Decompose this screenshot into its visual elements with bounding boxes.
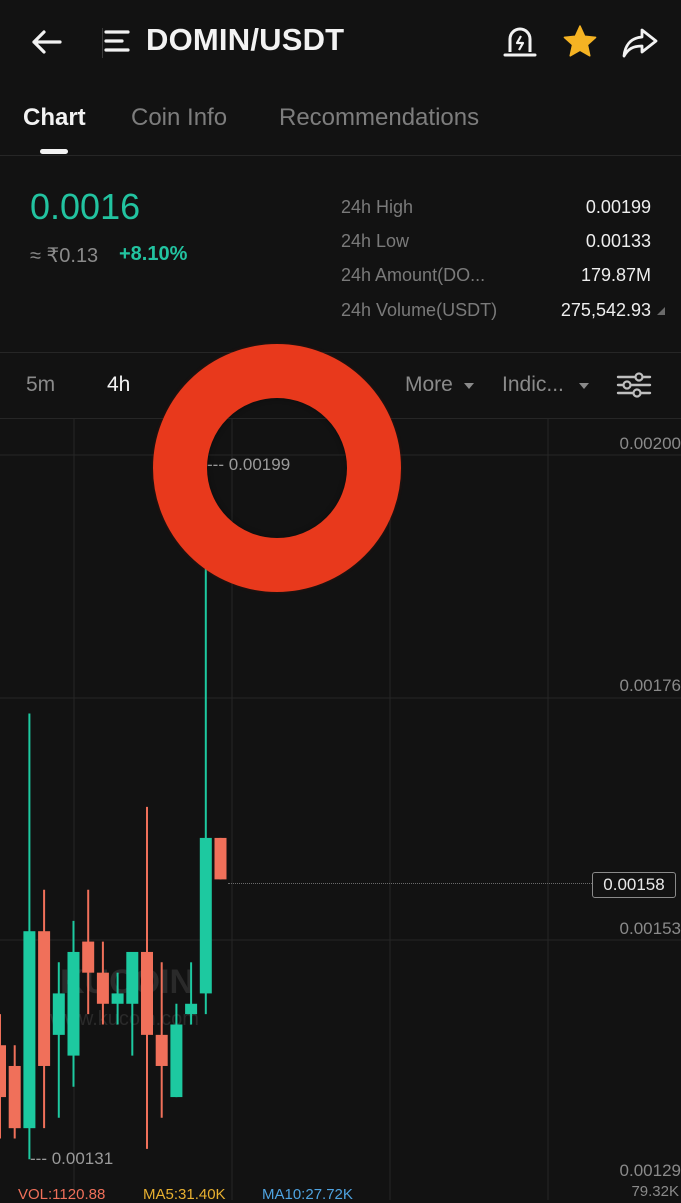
stat-label-volume: 24h Volume(USDT) — [341, 300, 498, 320]
stat-value-low: 0.00133 — [585, 231, 651, 251]
indicators-button[interactable]: Indic... — [502, 373, 590, 397]
current-price-tag: 0.00158 — [592, 872, 676, 898]
stat-value-high: 0.00199 — [585, 197, 651, 217]
current-price-line — [228, 883, 592, 884]
share-button[interactable] — [620, 22, 660, 62]
pair-menu-button[interactable] — [102, 24, 136, 60]
candle-body — [170, 1024, 183, 1098]
stat-value-volume: 275,542.93 — [560, 300, 651, 320]
candle-body — [67, 951, 80, 1056]
red-circle-annotation — [153, 344, 401, 592]
candle-body — [126, 951, 139, 1004]
pair-title[interactable]: DOMIN/USDT — [146, 22, 344, 58]
tab-chart[interactable]: Chart — [23, 104, 86, 132]
price-alert-icon — [503, 27, 537, 57]
tabs-separator — [0, 155, 681, 156]
star-icon — [563, 25, 597, 57]
share-icon — [622, 28, 658, 58]
ma10-indicator: MA10:27.72K — [262, 1186, 353, 1203]
y-axis-label-0: 0.00200 — [619, 434, 681, 453]
last-price: 0.0016 — [30, 186, 141, 227]
candle-body — [52, 993, 65, 1035]
stat-value-amount: 179.87M — [580, 265, 651, 285]
stat-label-high: 24h High — [341, 197, 414, 217]
interval-5m[interactable]: 5m — [26, 373, 55, 397]
favorite-button[interactable] — [560, 22, 600, 62]
candle-body — [8, 1065, 21, 1129]
y-axis-label-2: 0.00153 — [619, 919, 681, 938]
stats-separator — [0, 352, 681, 353]
candle-body — [199, 837, 212, 994]
candle-body — [214, 837, 227, 880]
sliders-icon — [616, 372, 652, 398]
low-price-marker: --- 0.00131 — [30, 1149, 114, 1168]
indicators-label: Indic... — [502, 373, 564, 396]
back-arrow-icon — [32, 30, 62, 54]
tab-coin-info[interactable]: Coin Info — [131, 104, 227, 132]
candle-body — [111, 993, 124, 1004]
stat-label-amount: 24h Amount(DO... — [341, 265, 486, 285]
candle-body — [141, 951, 153, 1035]
candles-group — [0, 454, 227, 1160]
vol-indicator: VOL:1120.88 — [18, 1186, 106, 1203]
candle-body — [23, 931, 36, 1129]
change-percent: +8.10% — [119, 243, 188, 265]
y-axis-label-3: 0.00129 — [619, 1161, 681, 1180]
corner-triangle-icon — [657, 307, 665, 315]
candle-body — [155, 1034, 168, 1066]
interval-4h[interactable]: 4h — [107, 373, 130, 397]
menu-list-icon — [104, 30, 130, 52]
candle-body — [0, 1045, 6, 1098]
ma5-indicator: MA5:31.40K — [143, 1186, 226, 1203]
active-tab-indicator — [40, 149, 68, 154]
volume-axis-max: 79.32K — [631, 1183, 679, 1200]
y-axis-label-1: 0.00176 — [619, 676, 681, 695]
candle-body — [82, 941, 95, 973]
tab-recommendations[interactable]: Recommendations — [279, 104, 479, 132]
candle-body — [185, 1003, 198, 1015]
stat-label-low: 24h Low — [341, 231, 410, 251]
more-label: More — [405, 373, 453, 396]
candle-body — [38, 931, 51, 1066]
more-intervals-button[interactable]: More — [405, 373, 475, 397]
dropdown-arrow-icon — [578, 383, 589, 389]
dropdown-arrow-icon — [463, 383, 474, 389]
candle-body — [96, 972, 109, 1004]
fiat-equivalent: ≈ ₹0.13 — [30, 245, 99, 267]
price-alert-button[interactable] — [500, 22, 540, 62]
chart-settings-button[interactable] — [614, 368, 654, 402]
back-button[interactable] — [26, 22, 70, 62]
